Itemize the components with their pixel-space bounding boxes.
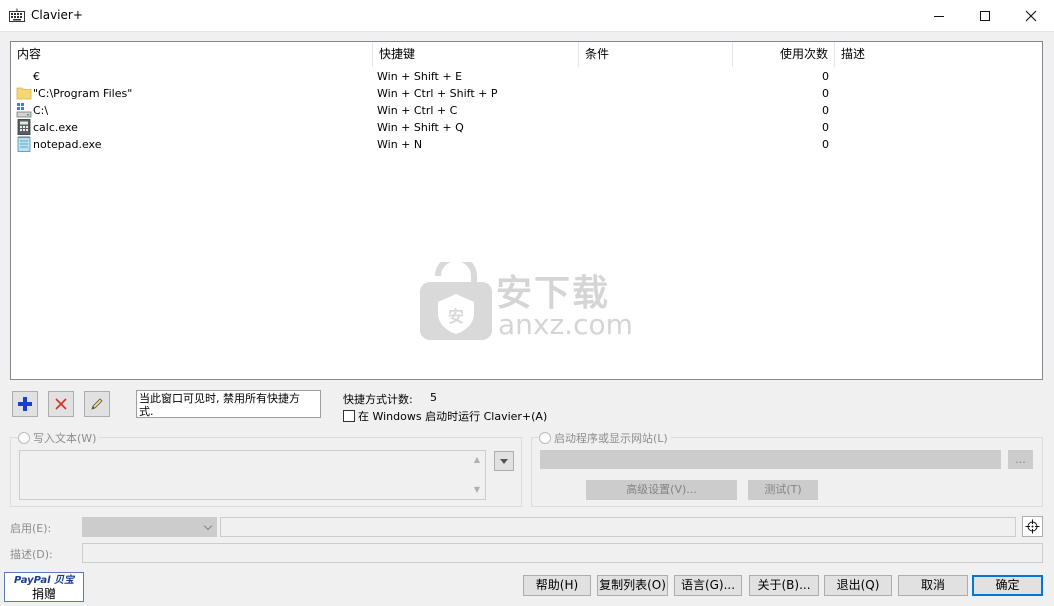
item-shortcut: Win + Ctrl + Shift + P [377,87,498,100]
column-condition[interactable]: 条件 [579,42,733,67]
description-input[interactable] [82,543,1043,563]
status-message: 当此窗口可见时, 禁用所有快捷方 式. [136,390,321,418]
maximize-icon [980,11,990,21]
window-condition-input[interactable] [220,517,1016,537]
scroll-down-icon[interactable]: ▼ [472,485,482,495]
watermark-en: anxz.com [498,308,633,341]
shortcut-count-label: 快捷方式计数: [343,393,413,406]
title-bar: Clavier+ [0,0,1054,31]
shortcut-count-value: 5 [430,391,437,404]
command-input[interactable] [540,450,1001,469]
launch-radio[interactable] [539,432,551,444]
item-count: 0 [822,121,829,134]
about-button[interactable]: 关于(B)... [749,575,819,596]
autostart-label: 在 Windows 启动时运行 Clavier+(A) [358,410,548,423]
language-button[interactable]: 语言(G)... [674,575,742,596]
item-content: notepad.exe [33,138,102,151]
item-count: 0 [822,138,829,151]
item-shortcut: Win + Shift + Q [377,121,464,134]
test-button[interactable]: 测试(T) [748,480,818,500]
column-usage-count[interactable]: 使用次数 [733,42,835,67]
delete-icon [55,398,67,410]
status-line-1: 当此窗口可见时, 禁用所有快捷方 [139,392,300,405]
ok-button[interactable]: 确定 [972,575,1043,596]
item-count: 0 [822,104,829,117]
item-content: calc.exe [33,121,78,134]
maximize-button[interactable] [962,0,1008,31]
add-shortcut-button[interactable] [12,391,38,417]
window-title: Clavier+ [31,8,83,22]
launch-option[interactable]: 启动程序或显示网站(L) [539,430,671,446]
item-content: "C:\Program Files" [33,87,133,100]
pencil-icon [91,398,103,410]
help-button[interactable]: 帮助(H) [523,575,591,596]
edit-shortcut-button[interactable] [84,391,110,417]
list-header: 内容 快捷键 条件 使用次数 描述 [11,42,1042,67]
write-text-option[interactable]: 写入文本(W) [18,430,100,446]
list-item[interactable]: calc.exe Win + Shift + Q 0 [11,119,1042,136]
enable-combo[interactable] [82,517,217,537]
item-shortcut: Win + Ctrl + C [377,104,458,117]
scroll-up-icon[interactable]: ▲ [472,455,482,465]
exit-button[interactable]: 退出(Q) [824,575,892,596]
crosshair-icon [1025,519,1040,534]
advanced-settings-button[interactable]: 高级设置(V)... [586,480,737,500]
notepad-icon [16,136,32,152]
launch-label: 启动程序或显示网站(L) [554,432,668,445]
write-text-label: 写入文本(W) [33,432,97,445]
drive-icon [16,102,32,118]
column-description[interactable]: 描述 [835,42,1042,67]
window-picker-button[interactable] [1022,516,1043,537]
donate-button[interactable]: PayPal 贝宝 捐赠 [4,572,84,602]
description-label: 描述(D): [10,548,53,561]
folder-icon [16,85,32,101]
item-shortcut: Win + Shift + E [377,70,463,83]
autostart-checkbox[interactable]: 在 Windows 启动时运行 Clavier+(A) [343,408,547,424]
browse-button[interactable]: ... [1008,450,1033,469]
list-item[interactable]: C:\ Win + Ctrl + C 0 [11,102,1042,119]
svg-text:安: 安 [448,307,464,326]
item-content: € [33,70,40,83]
paypal-logo: PayPal 贝宝 [14,575,74,586]
column-shortcut[interactable]: 快捷键 [373,42,579,67]
close-icon [1025,10,1037,22]
minimize-button[interactable] [916,0,962,31]
item-count: 0 [822,87,829,100]
status-line-2: 式. [139,405,154,418]
keyboard-icon [9,8,25,22]
minimize-icon [934,16,944,17]
list-item[interactable]: € Win + Shift + E 0 [11,68,1042,85]
write-text-radio[interactable] [18,432,30,444]
column-content[interactable]: 内容 [11,42,373,67]
checkbox-box[interactable] [343,410,355,422]
close-button[interactable] [1008,0,1054,31]
enable-label: 启用(E): [10,522,52,535]
delete-shortcut-button[interactable] [48,391,74,417]
cancel-button[interactable]: 取消 [898,575,968,596]
calculator-icon [16,119,32,135]
list-item[interactable]: "C:\Program Files" Win + Ctrl + Shift + … [11,85,1042,102]
text-input[interactable]: ▲ ▼ [19,450,486,500]
watermark-logo: 安 安下载 anxz.com [418,255,638,342]
add-icon [18,397,32,411]
item-count: 0 [822,70,829,83]
insert-special-button[interactable] [494,451,514,471]
copy-list-button[interactable]: 复制列表(O) [597,575,668,596]
item-shortcut: Win + N [377,138,423,151]
item-content: C:\ [33,104,49,117]
donate-label: 捐赠 [31,587,56,601]
list-item[interactable]: notepad.exe Win + N 0 [11,136,1042,153]
